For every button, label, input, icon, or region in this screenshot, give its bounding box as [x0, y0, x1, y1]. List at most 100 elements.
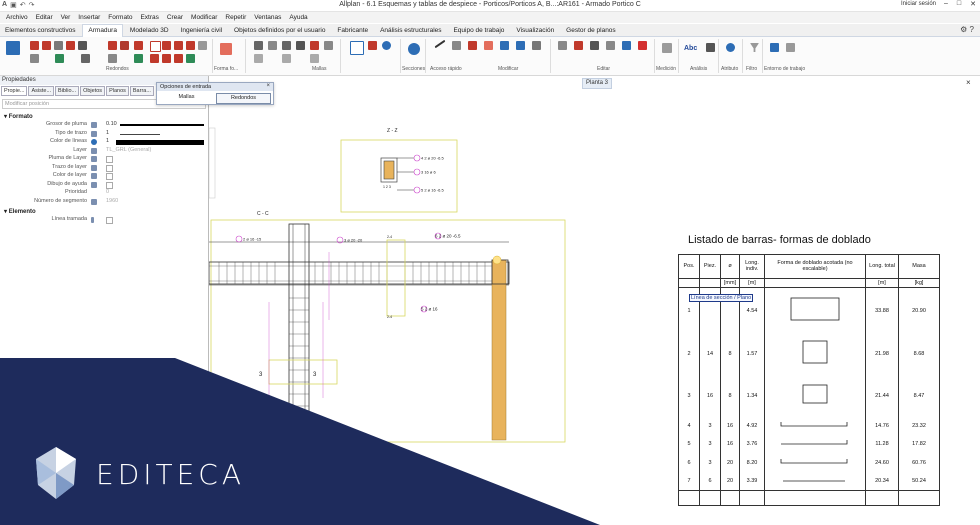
edit-tool-icon[interactable] [606, 41, 615, 50]
tab-barra[interactable]: Barra... [129, 86, 154, 96]
bar-tool-icon[interactable] [120, 41, 129, 50]
tab-planos[interactable]: Planos [106, 86, 129, 96]
property-value[interactable]: 0 [106, 189, 109, 195]
menu-item[interactable]: Ver [61, 12, 71, 23]
bar-tool-icon[interactable] [162, 41, 171, 50]
modify-tool-icon[interactable] [434, 39, 446, 49]
mesh-tool-icon[interactable] [282, 41, 291, 50]
filter-icon[interactable] [750, 43, 759, 52]
tab-gestor-planos[interactable]: Gestor de planos [561, 25, 621, 37]
modify-tool-icon[interactable] [468, 41, 477, 50]
menu-item[interactable]: Repetir [225, 12, 246, 23]
mallas-option[interactable]: Mallas [160, 93, 213, 102]
format-section-header[interactable]: ▾ Formato [0, 111, 208, 121]
bar-tool-icon[interactable] [186, 41, 195, 50]
sign-in-link[interactable]: Iniciar sesión [901, 1, 936, 7]
bar-tool-icon[interactable] [134, 41, 143, 50]
layer-pen-checkbox[interactable] [106, 156, 113, 163]
modify-tool-icon[interactable] [484, 41, 493, 50]
text-tool-icon[interactable]: Abc [684, 45, 697, 52]
property-value[interactable]: 1 [106, 138, 109, 144]
menu-item[interactable]: Ventanas [254, 12, 281, 23]
modify-tool-icon[interactable] [452, 41, 461, 50]
layer-color-checkbox[interactable] [106, 173, 113, 180]
modify-tool-icon[interactable] [532, 41, 541, 50]
table-row[interactable]: 5 3 16 3.76 11.28 17.82 [678, 434, 940, 454]
property-value[interactable]: 1 [106, 130, 109, 136]
bar-tool-icon[interactable] [55, 54, 64, 63]
workspace-tool-icon[interactable] [770, 43, 779, 52]
tab-analisis-estructurales[interactable]: Análisis estructurales [375, 25, 446, 37]
mesh-tool-icon[interactable] [254, 41, 263, 50]
property-value[interactable]: 0.10 [106, 121, 117, 127]
table-row[interactable]: 6 3 20 8.20 24.60 60.76 [678, 453, 940, 473]
bar-tool-icon[interactable] [108, 54, 117, 63]
mesh-tool-icon[interactable] [254, 54, 263, 63]
tab-objetos[interactable]: Objetos [80, 86, 106, 96]
menu-item[interactable]: Modificar [191, 12, 217, 23]
bar-tool-icon[interactable] [108, 41, 117, 50]
tab-modelado-3d[interactable]: Modelado 3D [125, 25, 174, 37]
bar-tool-icon[interactable] [30, 54, 39, 63]
tab-elementos-constructivos[interactable]: Elementos constructivos [0, 25, 80, 37]
menu-item[interactable]: Extras [140, 12, 158, 23]
section-tool-icon[interactable] [350, 41, 364, 55]
tab-fabricante[interactable]: Fabricante [332, 25, 373, 37]
menu-item[interactable]: Insertar [78, 12, 100, 23]
maximize-icon[interactable]: □ [957, 0, 961, 8]
modify-tool-icon[interactable] [516, 41, 525, 50]
tab-armadura[interactable]: Armadura [82, 24, 123, 37]
bar-tool-icon[interactable] [174, 54, 183, 63]
mesh-tool-icon[interactable] [324, 41, 333, 50]
bar-tool-icon[interactable] [42, 41, 51, 50]
3d-view-icon[interactable] [6, 41, 20, 55]
tab-equipo-trabajo[interactable]: Equipo de trabajo [448, 25, 509, 37]
table-row[interactable]: 7 6 20 3.39 20.34 50.24 [678, 472, 940, 491]
bar-tool-icon[interactable] [198, 41, 207, 50]
table-row[interactable]: 2 14 8 1.57 21.98 8.68 [678, 333, 940, 375]
section-tool-icon[interactable] [382, 41, 391, 50]
mesh-tool-icon[interactable] [310, 41, 319, 50]
settings-icon[interactable]: ⚙ ? [960, 25, 974, 34]
shape-tool-icon[interactable] [220, 43, 232, 55]
menu-item[interactable]: Formato [108, 12, 132, 23]
menu-item[interactable]: Archivo [6, 12, 28, 23]
modify-tool-icon[interactable] [500, 41, 509, 50]
close-window-icon[interactable]: ✕ [970, 0, 976, 8]
menu-item[interactable]: Crear [167, 12, 183, 23]
edit-tool-icon[interactable] [558, 41, 567, 50]
tab-objetos-usuario[interactable]: Objetos definidos por el usuario [229, 25, 330, 37]
tab-visualizacion[interactable]: Visualización [511, 25, 559, 37]
edit-tool-icon[interactable] [590, 41, 599, 50]
tab-ingenieria-civil[interactable]: Ingeniería civil [176, 25, 228, 37]
tab-asistentes[interactable]: Asiste... [28, 86, 55, 96]
bar-tool-icon[interactable] [150, 41, 161, 52]
bar-tool-icon[interactable] [186, 54, 195, 63]
minimize-icon[interactable]: – [944, 0, 948, 8]
section-tool-icon[interactable] [368, 41, 377, 50]
tab-propiedades[interactable]: Propie... [1, 86, 28, 96]
property-value[interactable]: TL_GRL (General) [106, 147, 151, 153]
help-drawing-checkbox[interactable] [106, 181, 113, 189]
menu-item[interactable]: Ayuda [289, 12, 307, 23]
bar-tool-icon[interactable] [150, 54, 159, 63]
bar-tool-icon[interactable] [162, 54, 171, 63]
mesh-tool-icon[interactable] [296, 41, 305, 50]
edit-tool-icon[interactable] [574, 41, 583, 50]
analysis-tool-icon[interactable] [706, 43, 715, 52]
bar-tool-icon[interactable] [81, 54, 90, 63]
bar-tool-icon[interactable] [78, 41, 87, 50]
mesh-tool-icon[interactable] [310, 54, 319, 63]
property-value[interactable]: 1960 [106, 198, 118, 204]
measure-tool-icon[interactable] [662, 43, 672, 53]
delete-icon[interactable] [638, 41, 647, 50]
close-view-icon[interactable]: × [966, 78, 971, 87]
attribute-tool-icon[interactable] [726, 43, 735, 52]
menu-item[interactable]: Editar [36, 12, 53, 23]
workspace-tool-icon[interactable] [786, 43, 795, 52]
mesh-tool-icon[interactable] [268, 41, 277, 50]
bar-tool-icon[interactable] [134, 54, 143, 63]
element-section-header[interactable]: ▾ Elemento [0, 206, 208, 216]
bar-tool-icon[interactable] [30, 41, 39, 50]
bar-tool-icon[interactable] [174, 41, 183, 50]
